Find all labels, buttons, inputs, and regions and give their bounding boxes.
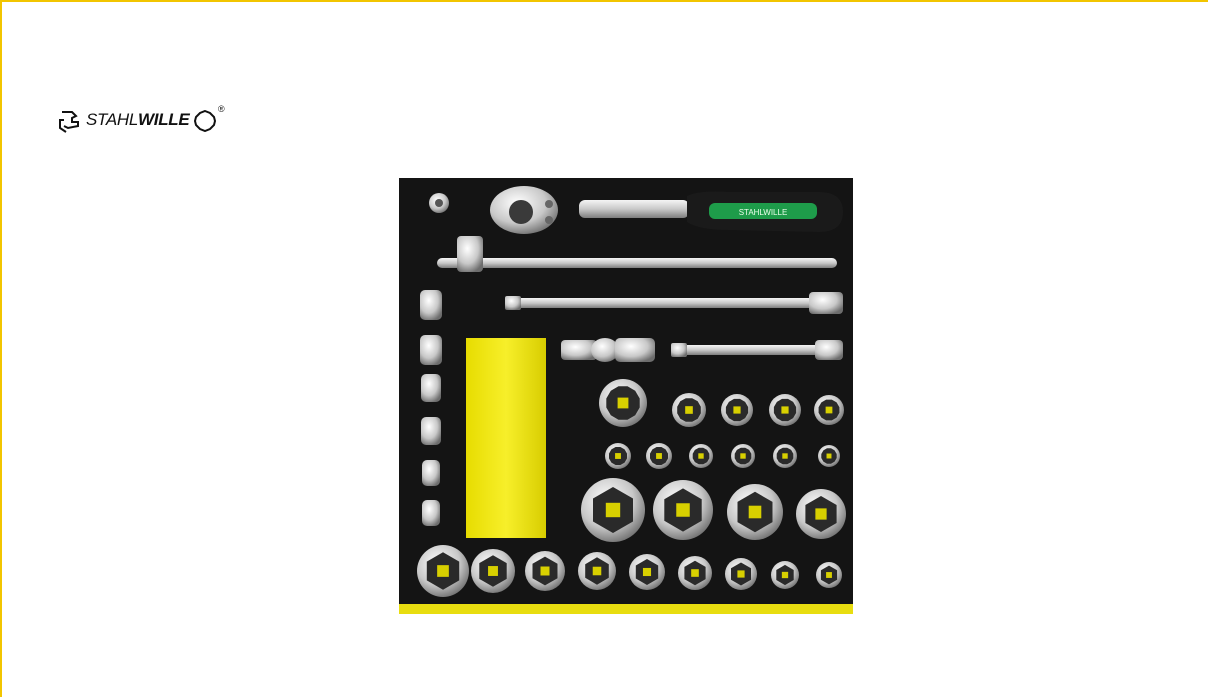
- socket-bottom: [816, 562, 842, 588]
- socket: [769, 394, 801, 426]
- socket-small: [605, 443, 631, 469]
- socket: [599, 379, 647, 427]
- socket: [814, 395, 844, 425]
- bit-socket: [422, 500, 440, 526]
- bit-socket: [422, 460, 440, 486]
- stahlwille-logo: STAHLWILLE ®: [58, 104, 228, 134]
- socket-small: [773, 444, 797, 468]
- socket-bottom: [578, 552, 616, 590]
- universal-joint: [561, 338, 655, 362]
- brand-name: STAHLWILLE: [86, 110, 190, 129]
- socket-bottom: [771, 561, 799, 589]
- bit-socket: [421, 417, 441, 445]
- socket-small: [689, 444, 713, 468]
- socket-bottom: [417, 545, 469, 597]
- bit-socket: [421, 374, 441, 402]
- bit-socket: [420, 335, 442, 365]
- tool-tray-graphic: STAHLWILLE: [399, 178, 853, 614]
- socket-small: [731, 444, 755, 468]
- socket-large: [796, 489, 846, 539]
- registered-mark: ®: [218, 104, 225, 114]
- wrench-jaw-icon: [59, 111, 79, 133]
- twelve-point-nut-icon: [194, 110, 216, 132]
- socket-large: [727, 484, 783, 540]
- bit-socket: [420, 290, 442, 320]
- socket-bottom: [725, 558, 757, 590]
- tool-tray: STAHLWILLE: [399, 178, 853, 614]
- socket-bottom: [678, 556, 712, 590]
- socket-bottom: [629, 554, 665, 590]
- empty-compartment: [466, 338, 546, 538]
- socket-small: [818, 445, 840, 467]
- socket: [721, 394, 753, 426]
- socket-small: [646, 443, 672, 469]
- socket-bottom: [525, 551, 565, 591]
- socket-bottom: [471, 549, 515, 593]
- handle-brand-text: STAHLWILLE: [739, 208, 788, 217]
- socket-large: [581, 478, 645, 542]
- socket: [672, 393, 706, 427]
- socket-large: [653, 480, 713, 540]
- foam-base-yellow: [399, 604, 853, 614]
